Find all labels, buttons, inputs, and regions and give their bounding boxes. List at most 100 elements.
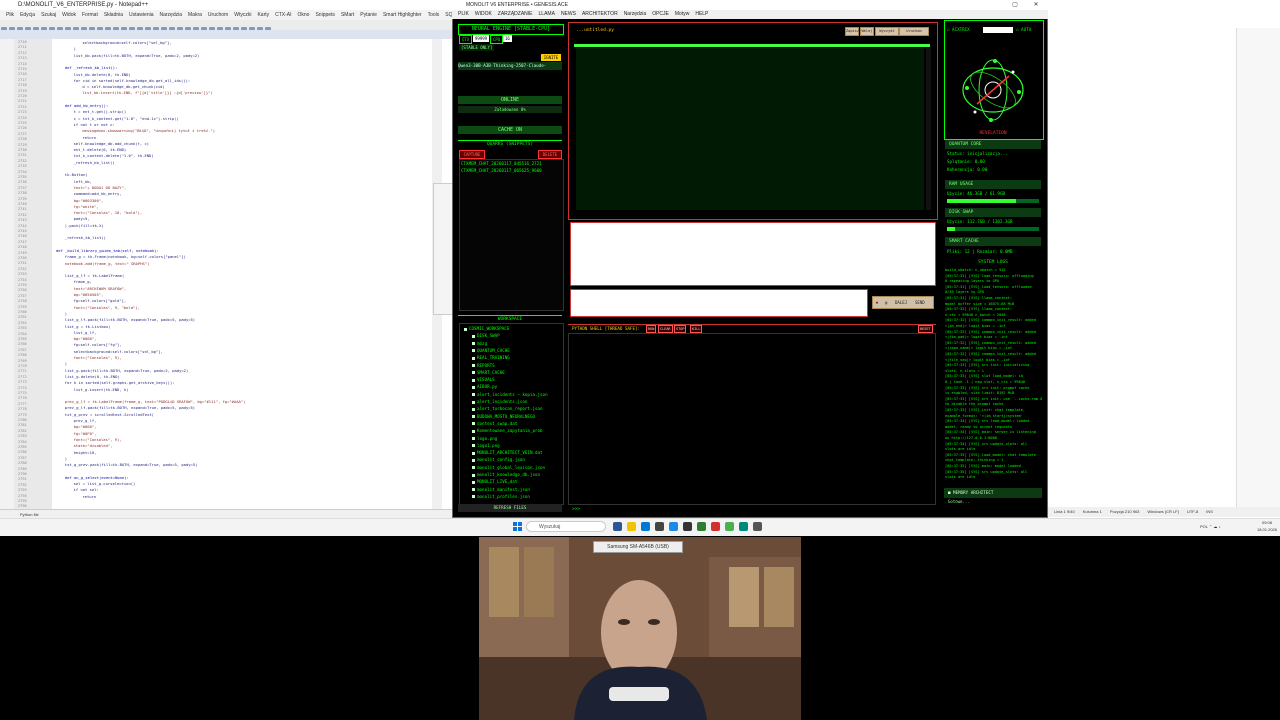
python-icon[interactable] bbox=[725, 522, 734, 531]
editor-menu-item[interactable]: Format bbox=[82, 12, 98, 18]
monolit-menu-item[interactable]: PLIK bbox=[458, 11, 469, 17]
editor-menu-item[interactable]: Karty bbox=[257, 12, 269, 18]
workspace-item[interactable]: MONOLIT_LIVE.dat bbox=[472, 479, 517, 485]
monolit-menu-item[interactable]: NEWS bbox=[561, 11, 576, 17]
monolit-menu-item[interactable]: Motyw bbox=[675, 11, 689, 17]
clear-button[interactable]: Wyczyść bbox=[875, 27, 899, 36]
editor-menu-item[interactable]: Edycja bbox=[20, 12, 35, 18]
chat-output[interactable] bbox=[570, 222, 936, 286]
shell-stop-button[interactable]: STOP bbox=[674, 325, 687, 333]
next-button[interactable]: DALEJ bbox=[895, 297, 907, 308]
monolit-menu-item[interactable]: WIDOK bbox=[475, 11, 492, 17]
workspace-item[interactable]: AIBOR.py bbox=[472, 384, 497, 390]
workspace-item[interactable]: context_swap.dat bbox=[472, 421, 517, 427]
capture-button[interactable]: CAPTURE bbox=[459, 150, 485, 159]
attach-icon[interactable]: ▣ bbox=[885, 297, 887, 308]
editor-code-area[interactable]: selectbackground=self.colors["sel_bg"],)… bbox=[52, 39, 432, 509]
shell-run-button[interactable]: RUN bbox=[646, 325, 657, 333]
workspace-item[interactable]: alert_incidents.json bbox=[472, 399, 527, 405]
workspace-item[interactable]: monolit_knowledge_db.json bbox=[472, 472, 540, 478]
editor-menu-item[interactable]: Tools bbox=[428, 12, 440, 18]
workspace-item[interactable]: monolit_config.json bbox=[472, 457, 525, 463]
close-icon[interactable]: ✕ bbox=[1026, 0, 1046, 10]
workspace-item[interactable]: REAL_TRAINING bbox=[472, 355, 510, 361]
auto-toggle[interactable]: ☑ AUTO bbox=[1016, 26, 1040, 33]
workspace-item[interactable]: MONOLIT_ARCHITECT_VEIN.dat bbox=[472, 450, 543, 456]
save-button[interactable]: Zapisz bbox=[845, 27, 859, 36]
chrome-icon[interactable] bbox=[711, 522, 720, 531]
paste-button[interactable]: Wklej bbox=[860, 27, 874, 36]
editor-menu-item[interactable]: CTX-AI bbox=[275, 12, 291, 18]
workspace-item[interactable]: logo.png bbox=[472, 436, 497, 442]
workspace-item[interactable]: COSMIC_WORKSPACE bbox=[464, 326, 509, 332]
send-button[interactable]: SEND bbox=[915, 297, 925, 308]
camera-icon[interactable] bbox=[753, 522, 762, 531]
monolit-menu-item[interactable]: ZARZĄDZANIE bbox=[498, 11, 533, 17]
delete-button[interactable]: DELETE bbox=[538, 150, 562, 159]
shell-clear-button[interactable]: CLEAR bbox=[658, 325, 673, 333]
refresh-files-button[interactable]: REFRESH FILES bbox=[458, 504, 562, 512]
editor-menu-item[interactable]: Smart Highlighter bbox=[383, 12, 422, 18]
shell-prompt[interactable]: >>> bbox=[572, 506, 602, 513]
editor-menu-item[interactable]: Plik bbox=[6, 12, 14, 18]
monolit-menu-item[interactable]: OPCJE bbox=[652, 11, 669, 17]
run-button[interactable]: Uruchom bbox=[899, 27, 929, 36]
editor-menu-item[interactable]: Pytanie bbox=[360, 12, 377, 18]
workspace-item[interactable]: monolit_profiles.json bbox=[472, 494, 530, 500]
prompt-input[interactable] bbox=[570, 289, 868, 317]
workspace-item[interactable]: monolit_manifest.json bbox=[472, 487, 530, 493]
editor-menu-item[interactable]: Narzędzia bbox=[160, 12, 183, 18]
system-logs[interactable]: build_ubatch: n_ubatch = 512 [05:37:31] [… bbox=[944, 267, 1042, 485]
shell-reset-button[interactable]: RESET bbox=[918, 325, 933, 333]
notepadpp-icon[interactable] bbox=[697, 522, 706, 531]
ctx-input[interactable]: 99999 bbox=[473, 35, 490, 42]
edge-icon[interactable] bbox=[641, 522, 650, 531]
windows-start-icon[interactable] bbox=[513, 522, 522, 531]
system-tray[interactable]: POL ⌃ ☁ ♪ bbox=[1200, 522, 1252, 531]
workspace-item[interactable]: QUANTUM_CACHE bbox=[472, 348, 510, 354]
workspace-item[interactable]: monolit_global_lexicon.json bbox=[472, 465, 545, 471]
editor-menu-item[interactable]: SMart bbox=[341, 12, 354, 18]
ignite-button[interactable]: IGNITE bbox=[541, 54, 561, 61]
editor-menu-item[interactable]: Ustawienia bbox=[129, 12, 153, 18]
monolit-menu-item[interactable]: ARCHITEKTOR bbox=[582, 11, 618, 17]
monolit-menu-item[interactable]: HELP bbox=[695, 11, 708, 17]
store-icon[interactable] bbox=[669, 522, 678, 531]
editor-menu-item[interactable]: Wtyczki bbox=[234, 12, 251, 18]
model-name-field[interactable]: Qwen3-30B-A3B-Thinking-2507-Claude- bbox=[458, 62, 562, 70]
editor-menu-item[interactable]: Snippets bbox=[315, 12, 334, 18]
editor-menu-item[interactable]: Uruchom bbox=[208, 12, 228, 18]
editor-menu-item[interactable]: Okno bbox=[298, 12, 310, 18]
workspace-item[interactable]: alert_turbocan_report.json bbox=[472, 406, 543, 412]
actrix-select[interactable] bbox=[983, 27, 1013, 33]
quark-item[interactable]: CTXMEM_CHAT_20260117_045516_2721 bbox=[461, 161, 562, 167]
cpu-input[interactable]: 16 bbox=[503, 35, 512, 42]
shell-kill-button[interactable]: KILL bbox=[690, 325, 703, 333]
workspace-item[interactable]: VISUALS bbox=[472, 377, 495, 383]
taskview-icon[interactable] bbox=[613, 522, 622, 531]
shell-output[interactable] bbox=[568, 333, 936, 505]
app-icon[interactable] bbox=[683, 522, 692, 531]
quark-list[interactable]: CTXMEM_CHAT_20260117_045516_2721 CTXMEM_… bbox=[459, 159, 564, 311]
workspace-item[interactable]: alert_incidents — kopia.json bbox=[472, 392, 548, 398]
editor-menu-item[interactable]: Składnia bbox=[104, 12, 123, 18]
editor-menu-item[interactable]: Szukaj bbox=[41, 12, 56, 18]
workspace-item[interactable]: Komentowane_zapytania_prob bbox=[472, 428, 543, 434]
terminal-icon[interactable] bbox=[655, 522, 664, 531]
taskbar-search[interactable]: Wyszukaj bbox=[526, 521, 606, 532]
actrix-toggle[interactable]: ☑ ACXTRIX bbox=[947, 26, 987, 33]
code-textarea[interactable] bbox=[576, 48, 924, 210]
file-explorer-icon[interactable] bbox=[627, 522, 636, 531]
clock[interactable]: 09:08 18.01.2026 bbox=[1255, 519, 1279, 534]
monolit-menu-item[interactable]: LLAMA bbox=[539, 11, 555, 17]
workspace-tree[interactable]: COSMIC_WORKSPACE DISK_SWAP mózg QUANTUM_CAC… bbox=[459, 323, 564, 505]
editor-menu-item[interactable]: Makra bbox=[188, 12, 202, 18]
workspace-item[interactable]: DISK_SWAP bbox=[472, 333, 500, 339]
monolit-icon[interactable] bbox=[739, 522, 748, 531]
code-scrollbar[interactable] bbox=[926, 48, 931, 210]
workspace-item[interactable]: logo1.png bbox=[472, 443, 500, 449]
workspace-item[interactable]: REPORTS bbox=[472, 363, 495, 369]
workspace-item[interactable]: SMART_CACHE bbox=[472, 370, 505, 376]
workspace-item[interactable]: mózg bbox=[472, 341, 487, 347]
monolit-menu-item[interactable]: Narzędzia bbox=[624, 11, 647, 17]
